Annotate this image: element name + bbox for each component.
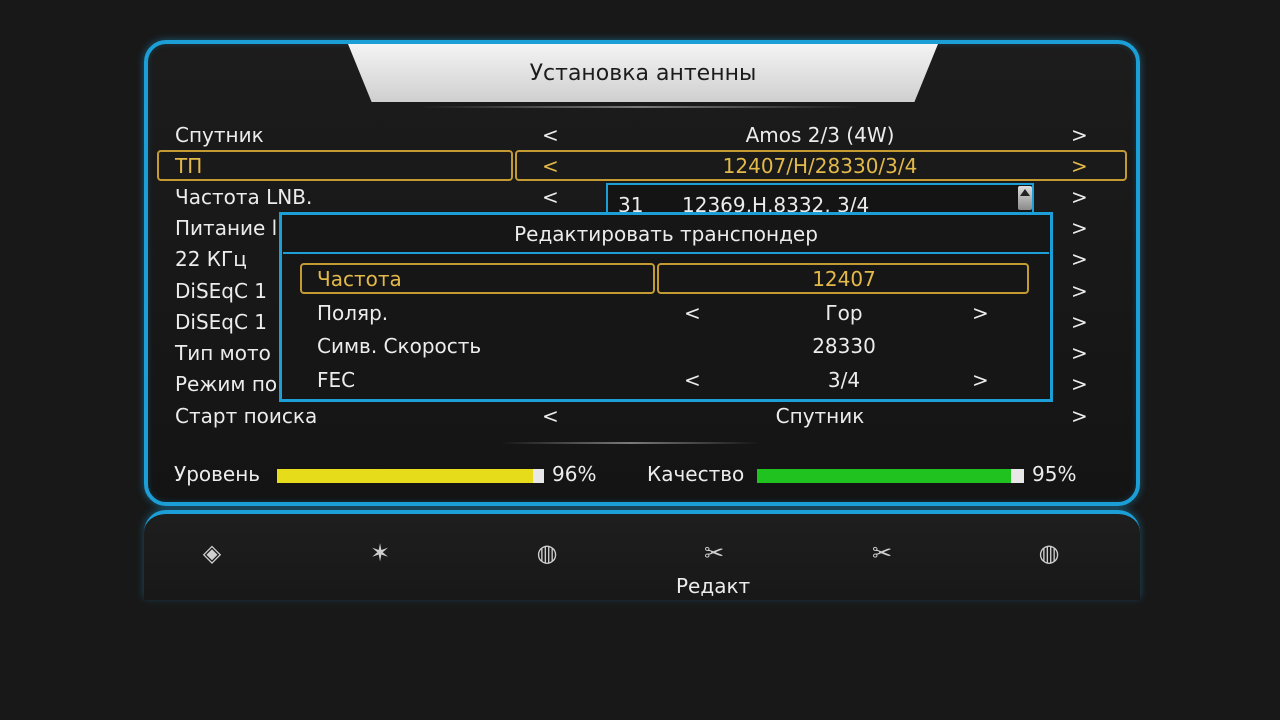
arrow-right-icon[interactable]: > (1071, 123, 1088, 147)
arrow-right-icon[interactable]: > (1071, 372, 1088, 396)
dialog-row-polarization[interactable]: Поляр. < Гор > (300, 298, 1030, 328)
row-value: Amos 2/3 (4W) (745, 123, 895, 147)
arrow-right-icon[interactable]: > (1071, 341, 1088, 365)
dialog-row-label: Частота (317, 267, 402, 291)
arrow-right-icon[interactable]: > (1071, 154, 1088, 178)
arrow-right-icon[interactable]: > (1071, 310, 1088, 334)
arrow-right-icon[interactable]: > (1071, 404, 1088, 428)
dialog-row-label: Симв. Скорость (317, 334, 482, 358)
globe-search-icon[interactable]: ◍ (1033, 538, 1065, 568)
dialog-row-label: Поляр. (317, 301, 389, 325)
level-bar-fill (277, 469, 534, 483)
bottom-separator (500, 442, 760, 444)
arrow-right-icon[interactable]: > (1071, 185, 1088, 209)
row-label: 22 КГц (175, 247, 247, 271)
page-title-text: Установка антенны (529, 60, 757, 86)
dialog-row-value[interactable]: 12407 (658, 267, 1030, 291)
level-bar (277, 469, 544, 483)
tools-icon[interactable]: ✂ (866, 538, 898, 568)
row-transponder[interactable]: ТП < 12407/H/28330/3/4 > (160, 151, 1126, 181)
row-label: DiSEqC 1 (175, 310, 268, 334)
quality-value: 95% (1032, 462, 1077, 486)
arrow-right-icon[interactable]: > (972, 368, 989, 392)
arrow-right-icon[interactable]: > (1071, 216, 1088, 240)
quality-bar (757, 469, 1024, 483)
title-separator (420, 106, 860, 108)
dish-icon[interactable]: ◈ (196, 538, 228, 568)
scroll-up-icon[interactable] (1018, 186, 1032, 210)
row-start-search[interactable]: Старт поиска < Спутник > (160, 401, 1126, 431)
arrow-right-icon[interactable]: > (972, 301, 989, 325)
dialog-row-fec[interactable]: FEC < 3/4 > (300, 365, 1030, 395)
bottom-toolbar (144, 510, 1140, 600)
quality-label: Качество (647, 462, 745, 486)
level-value: 96% (552, 462, 597, 486)
quality-bar-fill (757, 469, 1011, 483)
dialog-row-symbol-rate[interactable]: Симв. Скорость 28330 (300, 331, 1030, 361)
row-label: Режим по (175, 372, 278, 396)
dialog-title-text: Редактировать транспондер (514, 222, 818, 246)
edit-tools-icon[interactable]: ✂ (698, 538, 730, 568)
dialog-row-value: 28330 (812, 334, 876, 358)
row-label: Спутник (175, 123, 264, 147)
row-label: Частота LNB. (175, 185, 313, 209)
row-label: DiSEqC 1 (175, 279, 268, 303)
arrow-right-icon[interactable]: > (1071, 279, 1088, 303)
toolbar-active-label: Редакт (676, 574, 751, 598)
row-label: Старт поиска (175, 404, 318, 428)
arrow-left-icon[interactable]: < (542, 185, 559, 209)
globe-icon[interactable]: ◍ (531, 538, 563, 568)
dialog-row-frequency[interactable]: Частота 12407 (300, 264, 1030, 294)
row-satellite[interactable]: Спутник < Amos 2/3 (4W) > (160, 120, 1126, 150)
row-value: Спутник (775, 404, 865, 428)
level-label: Уровень (174, 462, 261, 486)
dialog-title: Редактировать транспондер (283, 216, 1049, 254)
arrow-right-icon[interactable]: > (1071, 247, 1088, 271)
dialog-row-label: FEC (317, 368, 356, 392)
satellite-icon[interactable]: ✶ (364, 538, 396, 568)
row-label: Тип мото (175, 341, 271, 365)
row-label: Питание l (175, 216, 278, 240)
page-title: Установка антенны (348, 44, 938, 102)
row-value: 12407/H/28330/3/4 (722, 154, 918, 178)
row-label: ТП (175, 154, 203, 178)
